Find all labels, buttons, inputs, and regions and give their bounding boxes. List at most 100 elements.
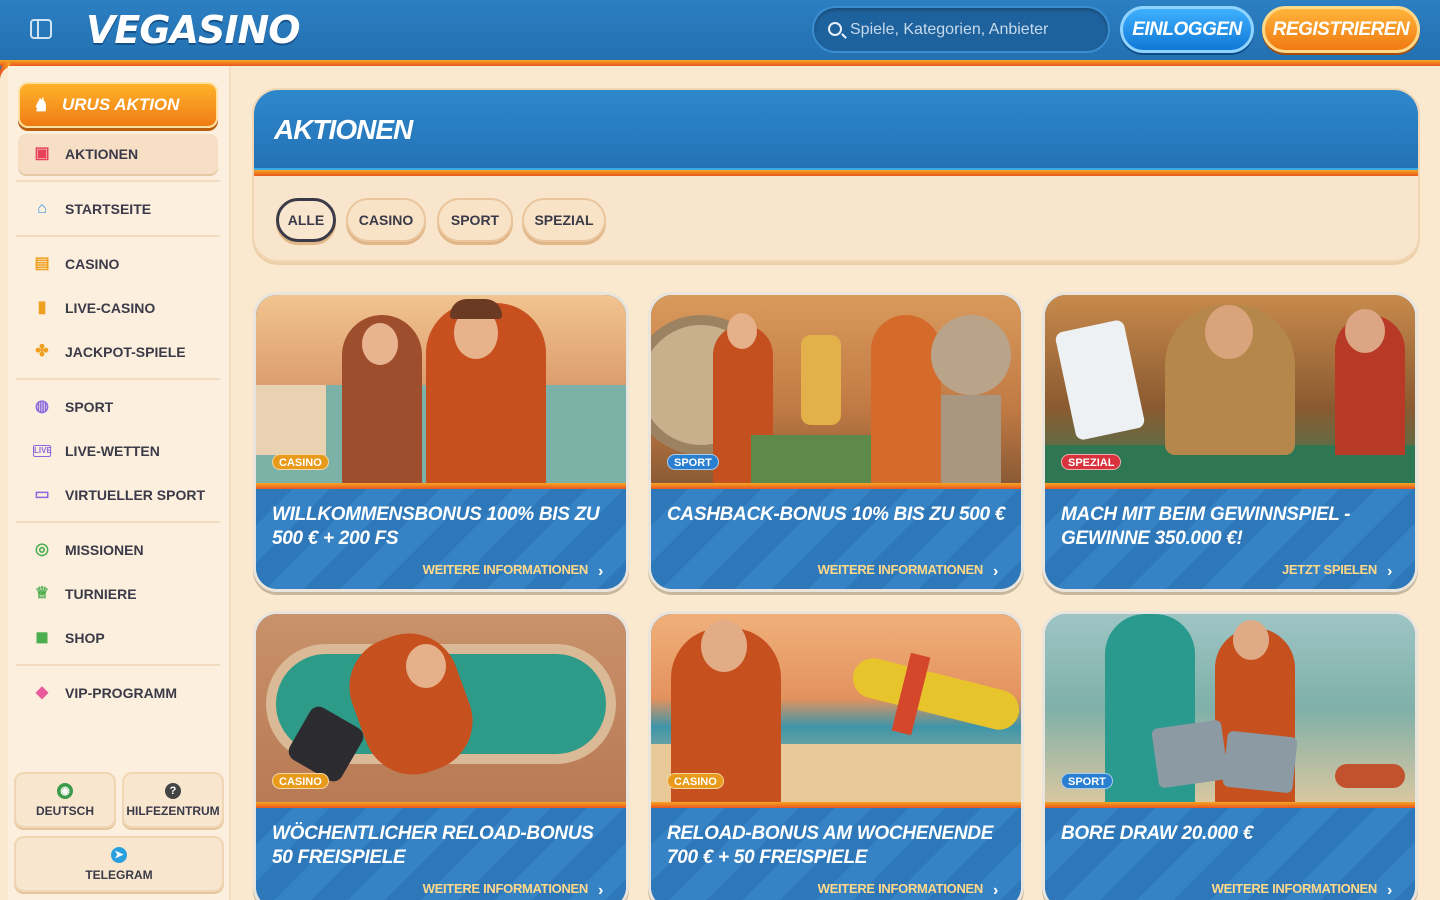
filter-alle[interactable]: ALLE [276,198,336,242]
bull-icon: ♞ [32,95,49,115]
card-title: CASHBACK-BONUS 10% BIS ZU 500 € [667,504,1006,525]
promo-card-weekend-reload[interactable]: CASINO RELOAD-BONUS AM WOCHENENDE 700 € … [648,611,1024,900]
clover-icon: ✤ [35,343,49,360]
chevron-right-icon: › [598,563,604,580]
filter-spezial[interactable]: SPEZIAL [522,198,606,242]
promo-card-welcome-bonus[interactable]: CASINO WILLKOMMENSBONUS 100% BIS ZU 500 … [253,292,629,592]
sidebar-item-jackpot[interactable]: ✤ JACKPOT-SPIELE [18,332,218,372]
slot-machine-icon: ▤ [34,255,50,272]
category-badge: CASINO [667,773,724,789]
more-info-link[interactable]: WEITERE INFORMATIONEN [423,562,589,577]
sidebar-item-live-wetten[interactable]: LIVE LIVE-WETTEN [18,431,218,471]
category-badge: SPEZIAL [1061,454,1122,470]
sidebar-item-live-casino[interactable]: ▮ LIVE-CASINO [18,288,218,328]
sidebar-item-missionen[interactable]: ◎ MISSIONEN [18,530,218,570]
sidebar-item-shop[interactable]: ◼ SHOP [18,618,218,658]
card-title: WILLKOMMENSBONUS 100% BIS ZU 500 € + 200… [272,504,600,549]
trophy-icon: ♕ [34,585,50,602]
panel-stripe [254,168,1418,176]
sidebar-item-virtueller-sport[interactable]: ▭ VIRTUELLER SPORT [18,475,218,515]
login-button[interactable]: EINLOGGEN [1120,6,1254,53]
more-info-link[interactable]: WEITERE INFORMATIONEN [1212,881,1378,896]
filter-sport[interactable]: SPORT [437,198,513,242]
sidebar-item-label: SPORT [65,399,114,415]
telegram-label: TELEGRAM [85,868,153,882]
sidebar-item-label: VIRTUELLER SPORT [65,487,206,503]
sidebar-item-label: MISSIONEN [65,542,144,558]
language-label: DEUTSCH [35,804,94,818]
top-header: VEGASINO EINLOGGEN REGISTRIEREN [0,0,1440,62]
mission-icon: ◎ [35,541,49,558]
telegram-icon: ➤ [111,847,127,863]
home-icon: ⌂ [37,200,47,217]
card-body: RELOAD-BONUS AM WOCHENENDE 700 € + 50 FR… [651,808,1021,900]
sidebar-item-startseite[interactable]: ⌂ STARTSEITE [18,189,218,229]
more-info-link[interactable]: WEITERE INFORMATIONEN [818,881,984,896]
divider [16,521,220,523]
chevron-right-icon: › [1387,563,1393,580]
gift-icon: ▣ [34,145,50,162]
sidebar-item-label: JACKPOT-SPIELE [65,344,186,360]
language-button[interactable]: ◉ DEUTSCH [14,772,116,828]
urus-promo-button[interactable]: ♞ URUS AKTION [18,82,218,128]
card-body: CASHBACK-BONUS 10% BIS ZU 500 € WEITERE … [651,489,1021,589]
card-title: WÖCHENTLICHER RELOAD-BONUS 50 FREISPIELE [272,823,594,868]
help-center-button[interactable]: ? HILFEZENTRUM [122,772,224,828]
divider [16,235,220,237]
ball-icon: ◍ [35,398,49,415]
live-icon: LIVE [33,445,52,457]
shop-icon: ◼ [35,629,49,646]
sidebar-item-vip[interactable]: ◆ VIP-PROGRAMM [18,673,218,713]
divider [16,378,220,380]
category-badge: CASINO [272,454,329,470]
search-box[interactable] [812,6,1110,53]
chevron-right-icon: › [993,882,999,899]
promo-card-weekly-reload[interactable]: CASINO WÖCHENTLICHER RELOAD-BONUS 50 FRE… [253,611,629,900]
card-title: MACH MIT BEIM GEWINNSPIEL - GEWINNE 350.… [1061,504,1351,549]
sidebar-item-label: STARTSEITE [65,201,152,217]
card-title: RELOAD-BONUS AM WOCHENENDE 700 € + 50 FR… [667,823,994,868]
sidebar: ♞ URUS AKTION ▣ AKTIONEN ⌂ STARTSEITE ▤ … [8,66,231,900]
more-info-link[interactable]: WEITERE INFORMATIONEN [818,562,984,577]
sidebar-item-label: LIVE-WETTEN [65,443,160,459]
globe-icon: ◉ [57,783,73,799]
virtual-sport-icon: ▭ [34,486,50,503]
divider [16,664,220,666]
card-body: BORE DRAW 20.000 € WEITERE INFORMATIONEN… [1045,808,1415,900]
category-badge: SPORT [1061,773,1113,789]
promo-card-bore-draw[interactable]: SPORT BORE DRAW 20.000 € WEITERE INFORMA… [1042,611,1418,900]
card-icon: ▮ [37,299,47,316]
logo[interactable]: VEGASINO [86,8,301,52]
search-icon [828,22,842,36]
sidebar-toggle-icon[interactable] [30,19,52,39]
promo-card-cashback[interactable]: SPORT CASHBACK-BONUS 10% BIS ZU 500 € WE… [648,292,1024,592]
page-title: AKTIONEN [274,114,413,145]
sidebar-item-aktionen[interactable]: ▣ AKTIONEN [18,134,218,174]
sidebar-item-turniere[interactable]: ♕ TURNIERE [18,574,218,614]
sidebar-item-sport[interactable]: ◍ SPORT [18,387,218,427]
more-info-link[interactable]: WEITERE INFORMATIONEN [423,881,589,896]
sidebar-item-casino[interactable]: ▤ CASINO [18,244,218,284]
sidebar-item-label: VIP-PROGRAMM [65,685,177,701]
chevron-right-icon: › [1387,882,1393,899]
panel-head: AKTIONEN [254,90,1418,170]
promo-card-giveaway[interactable]: SPEZIAL MACH MIT BEIM GEWINNSPIEL - GEWI… [1042,292,1418,592]
help-label: HILFEZENTRUM [126,804,220,818]
filter-casino[interactable]: CASINO [346,198,426,242]
sidebar-item-label: TURNIERE [65,586,137,602]
chevron-right-icon: › [598,882,604,899]
help-icon: ? [165,783,181,799]
sidebar-item-label: AKTIONEN [65,146,139,162]
search-input[interactable] [850,17,1100,43]
card-body: MACH MIT BEIM GEWINNSPIEL - GEWINNE 350.… [1045,489,1415,589]
sidebar-item-label: LIVE-CASINO [65,300,156,316]
card-body: WILLKOMMENSBONUS 100% BIS ZU 500 € + 200… [256,489,626,589]
category-badge: CASINO [272,773,329,789]
play-now-link[interactable]: JETZT SPIELEN [1282,562,1377,577]
sidebar-item-label: CASINO [65,256,120,272]
chevron-right-icon: › [993,563,999,580]
diamond-icon: ◆ [35,684,49,701]
telegram-button[interactable]: ➤ TELEGRAM [14,836,224,892]
register-button[interactable]: REGISTRIEREN [1262,6,1420,53]
promo-label: URUS AKTION [62,95,180,114]
